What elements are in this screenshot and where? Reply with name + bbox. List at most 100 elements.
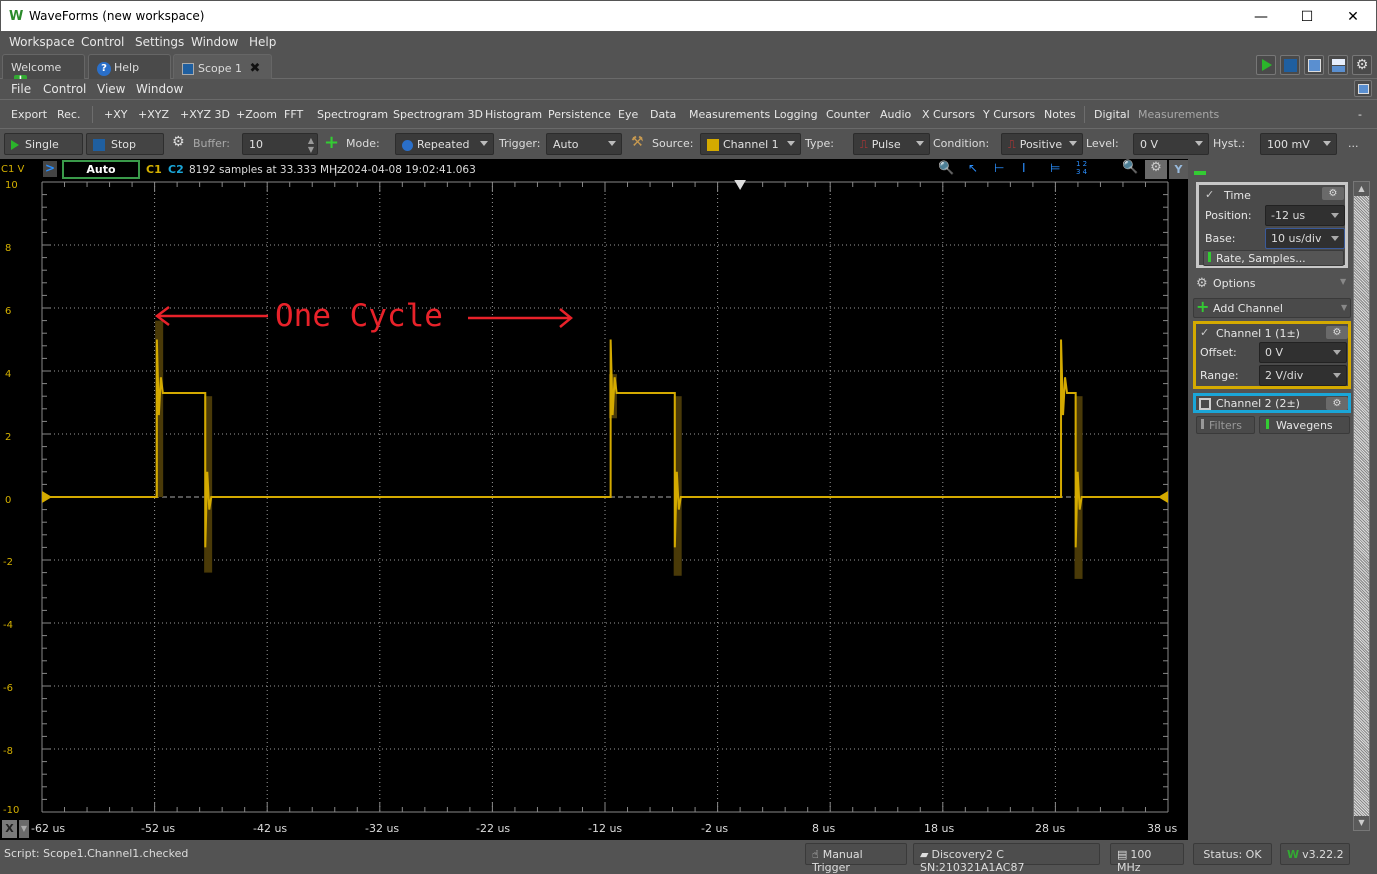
expand-chevron-icon[interactable]: > [43, 161, 57, 177]
add-zoom-button[interactable]: +Zoom [236, 108, 277, 121]
instruments-more-button[interactable]: - [1358, 108, 1362, 121]
plot-settings-gear-icon[interactable]: ⚙ [1145, 160, 1167, 179]
y-axis-button[interactable]: Y [1169, 160, 1188, 179]
spectrogram-3d-button[interactable]: Spectrogram 3D [393, 108, 483, 121]
x-axis-button[interactable]: X [2, 820, 17, 838]
vertical-cursor-icon[interactable]: Ⅰ [1022, 161, 1026, 175]
level-input[interactable]: 0 V [1133, 133, 1209, 155]
status-button[interactable]: Status: OK [1193, 843, 1272, 865]
manual-trigger-button[interactable]: ☝ Manual Trigger [805, 843, 907, 874]
close-tab-icon[interactable]: ✖ [250, 61, 261, 76]
clock-button[interactable]: ▤ 100 MHz [1110, 843, 1184, 874]
channel-2-gear-icon[interactable]: ⚙ [1326, 397, 1348, 410]
fft-button[interactable]: FFT [284, 108, 303, 121]
cascade-windows-button[interactable] [1304, 55, 1324, 75]
single-button[interactable]: Single [4, 133, 83, 155]
version-button[interactable]: Wv3.22.2 [1280, 843, 1350, 865]
gear-icon[interactable]: ⚙ [172, 134, 185, 150]
mode-select[interactable]: Repeated [395, 133, 494, 155]
waveform-canvas[interactable] [0, 180, 1188, 818]
trigger-cursor-icon[interactable]: ⊨ [1050, 161, 1060, 175]
spectrogram-button[interactable]: Spectrogram [317, 108, 388, 121]
device-button[interactable]: ▰ Discovery2 C SN:210321A1AC87 [913, 843, 1100, 874]
channel-layout-icon[interactable]: 1 23 4 [1076, 160, 1087, 176]
menu-window[interactable]: Window [191, 35, 238, 49]
persistence-button[interactable]: Persistence [548, 108, 611, 121]
minimize-button[interactable]: — [1241, 5, 1281, 29]
rate-samples-button[interactable]: Rate, Samples... [1203, 250, 1344, 266]
position-input[interactable]: -12 us [1265, 205, 1345, 226]
menu-control[interactable]: Control [81, 35, 124, 49]
buffer-spinbox[interactable]: 10 ▲ ▼ [242, 133, 318, 155]
tab-scope-1[interactable]: Scope 1 ✖ [173, 54, 272, 79]
spin-arrows-icon[interactable]: ▲ ▼ [308, 136, 314, 154]
stop-button[interactable]: Stop [86, 133, 164, 155]
trigger-select[interactable]: Auto [546, 133, 622, 155]
record-button[interactable]: Rec. [57, 108, 80, 121]
histogram-button[interactable]: Histogram [485, 108, 542, 121]
scope-menu-window[interactable]: Window [136, 82, 183, 96]
channel-1-gear-icon[interactable]: ⚙ [1326, 326, 1348, 339]
stop-all-button[interactable] [1280, 55, 1300, 75]
options-button[interactable]: Options [1213, 277, 1255, 290]
menu-settings[interactable]: Settings [135, 35, 184, 49]
horizontal-cursor-icon[interactable]: ⊢ [994, 161, 1004, 175]
c2-toggle[interactable]: C2 [168, 163, 184, 176]
close-window-button[interactable]: ✕ [1333, 5, 1373, 29]
logging-button[interactable]: Logging [774, 108, 818, 121]
menu-workspace[interactable]: Workspace [9, 35, 75, 49]
digital-button[interactable]: Digital [1094, 108, 1130, 121]
time-gear-icon[interactable]: ⚙ [1322, 187, 1344, 200]
options-dropdown-icon[interactable]: ▼ [1340, 277, 1346, 286]
filters-button[interactable]: Filters [1196, 416, 1255, 434]
oscilloscope-plot[interactable]: 10 8 6 4 2 0 -2 -4 -6 -8 -10 One Cycle [0, 180, 1188, 818]
data-button[interactable]: Data [650, 108, 676, 121]
channel-1-checkbox[interactable]: ✓ [1200, 326, 1209, 339]
condition-select[interactable]: ⎍ Positive [1001, 133, 1083, 155]
add-xyz-3d-button[interactable]: +XYZ 3D [180, 108, 230, 121]
tile-windows-button[interactable] [1328, 55, 1348, 75]
settings-button[interactable]: ⚙ [1352, 55, 1372, 75]
channel-2-checkbox[interactable] [1199, 398, 1211, 410]
collapse-panel-icon[interactable] [1194, 171, 1206, 175]
measurements-view-button[interactable]: Measurements [1138, 108, 1219, 121]
audio-button[interactable]: Audio [880, 108, 911, 121]
notes-button[interactable]: Notes [1044, 108, 1076, 121]
tab-welcome[interactable]: Welcome+ [2, 54, 85, 88]
scope-menu-view[interactable]: View [97, 82, 125, 96]
export-button[interactable]: Export [11, 108, 47, 121]
measurements-button[interactable]: Measurements [689, 108, 770, 121]
cursor-select-icon[interactable]: ↖ [968, 161, 978, 175]
counter-button[interactable]: Counter [826, 108, 870, 121]
type-select[interactable]: ⎍ Pulse [853, 133, 930, 155]
more-options-button[interactable]: ... [1348, 137, 1359, 150]
range-input[interactable]: 2 V/div [1259, 365, 1347, 386]
run-all-button[interactable] [1256, 55, 1276, 75]
scroll-up-icon[interactable]: ▲ [1354, 182, 1369, 196]
undock-button[interactable] [1354, 80, 1372, 97]
tab-help[interactable]: ? Help [88, 54, 171, 79]
y-cursors-button[interactable]: Y Cursors [983, 108, 1035, 121]
wavegens-button[interactable]: Wavegens [1259, 416, 1350, 434]
time-checkmark-icon[interactable]: ✓ [1205, 188, 1214, 201]
add-xyz-button[interactable]: +XYZ [138, 108, 169, 121]
panel-scrollbar[interactable]: ▲ ▼ [1353, 181, 1370, 831]
scope-menu-file[interactable]: File [11, 82, 31, 96]
menu-help[interactable]: Help [249, 35, 276, 49]
x-cursors-button[interactable]: X Cursors [922, 108, 975, 121]
source-select[interactable]: Channel 1 [700, 133, 801, 155]
add-channel-button[interactable]: + Add Channel ▼ [1193, 297, 1351, 318]
maximize-button[interactable]: ☐ [1287, 5, 1327, 29]
trigger-hammer-icon[interactable]: ⚒ [631, 134, 644, 150]
add-xy-button[interactable]: +XY [104, 108, 127, 121]
base-input[interactable]: 10 us/div [1265, 228, 1345, 249]
zoom-reset-icon[interactable]: 🔍 [938, 161, 954, 176]
hyst-input[interactable]: 100 mV [1260, 133, 1337, 155]
scope-menu-control[interactable]: Control [43, 82, 86, 96]
offset-input[interactable]: 0 V [1259, 342, 1347, 363]
eye-button[interactable]: Eye [618, 108, 638, 121]
x-axis-dropdown-icon[interactable]: ▼ [19, 820, 29, 838]
add-mode-icon[interactable]: + [324, 132, 339, 153]
scroll-down-icon[interactable]: ▼ [1354, 816, 1369, 830]
zoom-fit-icon[interactable]: 🔍 [1122, 160, 1138, 175]
